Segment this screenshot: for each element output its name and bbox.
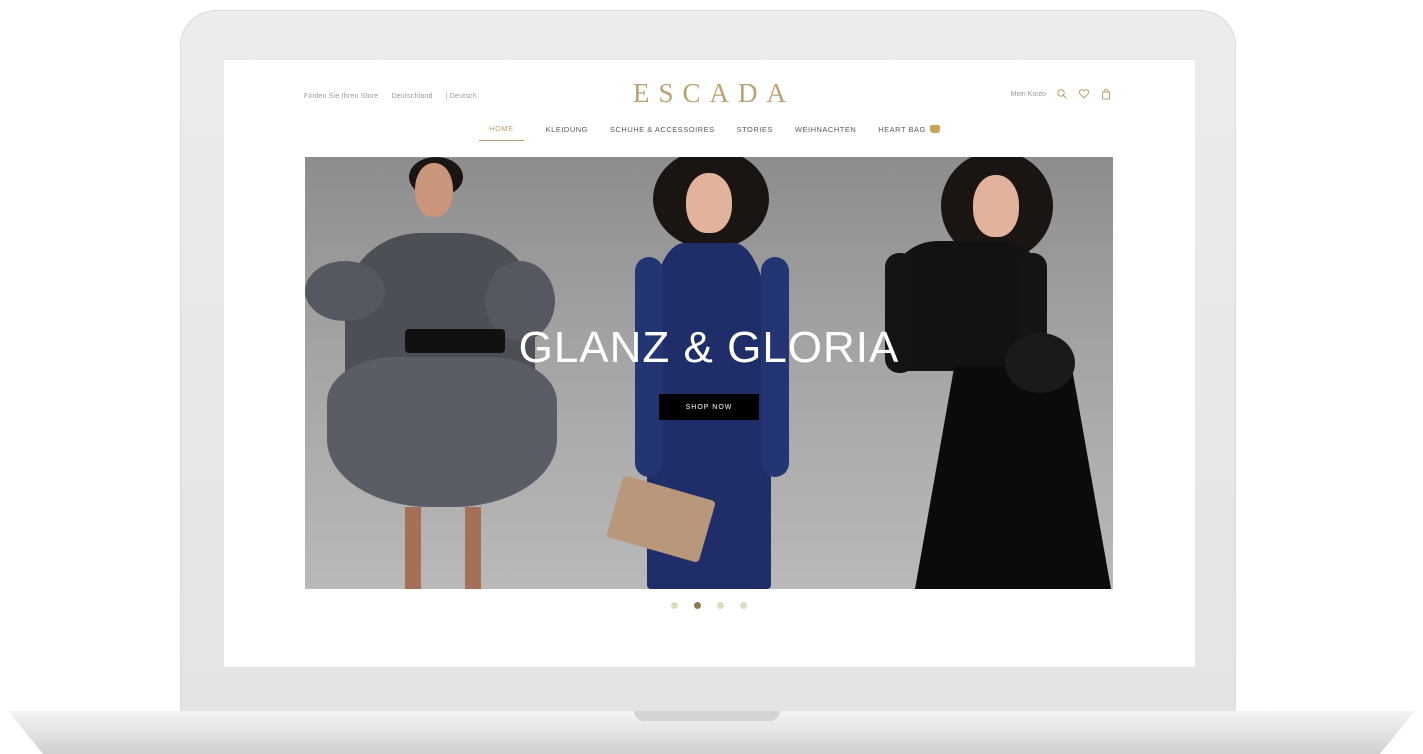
nav-heart-bag[interactable]: HEART BAG bbox=[878, 124, 940, 141]
hero-banner[interactable]: GLANZ & GLORIA SHOP NOW bbox=[305, 157, 1113, 589]
carousel-dot-1[interactable] bbox=[671, 602, 678, 609]
hero-headline: GLANZ & GLORIA bbox=[518, 323, 900, 372]
nav-weihnachten[interactable]: WEIHNACHTEN bbox=[795, 124, 856, 141]
nav-heart-bag-label: HEART BAG bbox=[878, 124, 926, 134]
nav-kleidung[interactable]: KLEIDUNG bbox=[546, 124, 588, 141]
account-tools: Mein Konto bbox=[1011, 88, 1112, 100]
nav-schuhe-accessoires[interactable]: SCHUHE & ACCESSOIRES bbox=[610, 124, 715, 141]
account-link[interactable]: Mein Konto bbox=[1011, 91, 1046, 98]
heart-bag-icon bbox=[929, 125, 940, 133]
shopping-bag-icon[interactable] bbox=[1100, 88, 1112, 100]
nav-stories[interactable]: STORIES bbox=[737, 124, 773, 141]
carousel-dot-2[interactable] bbox=[694, 602, 701, 609]
browser-screen: Finden Sie Ihren Store Deutschland | Deu… bbox=[224, 60, 1195, 667]
laptop-notch bbox=[634, 711, 780, 721]
carousel-dots bbox=[671, 602, 747, 609]
carousel-dot-4[interactable] bbox=[740, 602, 747, 609]
nav-home[interactable]: HOME bbox=[479, 124, 524, 141]
carousel-dot-3[interactable] bbox=[717, 602, 724, 609]
main-navigation: HOME KLEIDUNG SCHUHE & ACCESSOIRES STORI… bbox=[224, 124, 1195, 141]
shop-now-button[interactable]: SHOP NOW bbox=[659, 394, 759, 420]
heart-icon[interactable] bbox=[1078, 88, 1090, 100]
search-icon[interactable] bbox=[1056, 88, 1068, 100]
